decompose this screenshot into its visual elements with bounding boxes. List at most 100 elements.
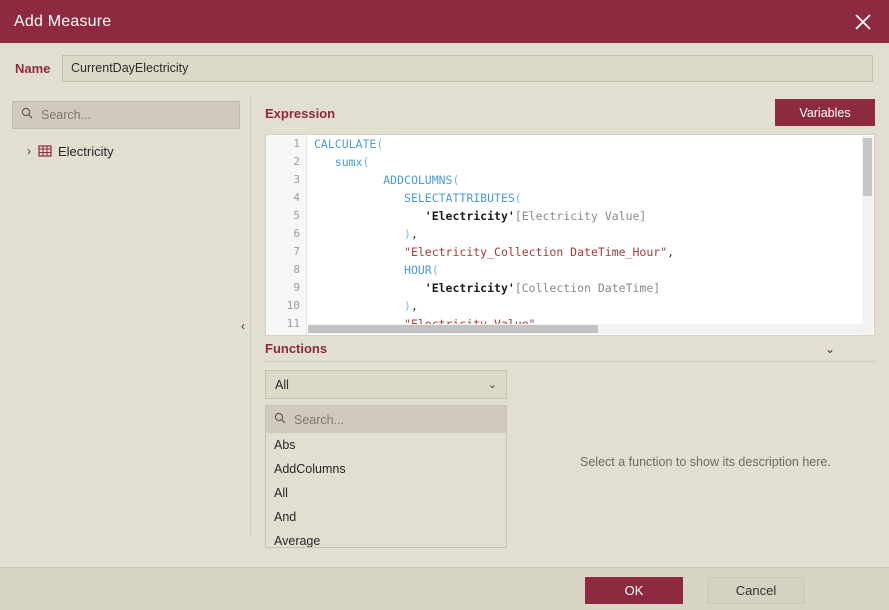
collapse-panel-icon[interactable]: ‹ <box>236 316 250 336</box>
function-list[interactable]: Search... Abs AddColumns All And Average <box>265 405 507 548</box>
search-icon <box>274 411 286 429</box>
editor-code-line: SELECTATTRIBUTES( <box>314 189 862 207</box>
editor-code-line: sumx( <box>314 153 862 171</box>
code-token: ( <box>431 263 439 277</box>
dialog-title: Add Measure <box>14 12 112 30</box>
editor-horizontal-scrollbar[interactable] <box>308 324 864 334</box>
code-token: , <box>410 299 418 313</box>
code-token: sumx <box>334 155 363 169</box>
editor-vertical-scrollbar[interactable] <box>862 136 873 335</box>
editor-code-line: CALCULATE( <box>314 135 862 153</box>
code-token: 'Electricity' <box>424 281 515 295</box>
editor-line-number: 9 <box>293 281 300 294</box>
code-token: SELECTATTRIBUTES <box>404 191 515 205</box>
code-token: "Electricity_Collection DateTime_Hour" <box>404 245 668 259</box>
editor-code-line: 'Electricity'[Collection DateTime] <box>314 279 862 297</box>
editor-line-number: 4 <box>293 191 300 204</box>
name-label: Name <box>15 60 51 76</box>
code-token: , <box>410 227 418 241</box>
search-icon <box>21 106 33 124</box>
code-token: HOUR <box>404 263 432 277</box>
functions-divider <box>265 361 875 362</box>
editor-line-number: 8 <box>293 263 300 276</box>
add-measure-dialog: Add Measure Name CurrentDayElectricity S… <box>0 0 889 610</box>
function-description: Select a function to show its descriptio… <box>580 455 831 469</box>
function-list-item[interactable]: All <box>266 481 506 505</box>
function-list-item[interactable]: Abs <box>266 433 506 457</box>
editor-vertical-scrollbar-thumb[interactable] <box>863 138 872 196</box>
editor-line-number: 7 <box>293 245 300 258</box>
function-list-item[interactable]: Average <box>266 529 506 547</box>
name-row: Name CurrentDayElectricity <box>0 43 889 93</box>
variables-button[interactable]: Variables <box>775 99 875 126</box>
panel-divider <box>250 95 251 538</box>
function-search-input[interactable]: Search... <box>266 406 506 433</box>
function-list-item[interactable]: AddColumns <box>266 457 506 481</box>
editor-line-number: 5 <box>293 209 300 222</box>
editor-code-line: ), <box>314 297 862 315</box>
code-token: CALCULATE <box>314 137 377 151</box>
editor-code-line: 'Electricity'[Electricity Value] <box>314 207 862 225</box>
editor-line-number: 2 <box>293 155 300 168</box>
code-token: ( <box>362 155 370 169</box>
code-token: ( <box>376 137 384 151</box>
code-token: ADDCOLUMNS <box>383 173 453 187</box>
editor-line-number: 10 <box>286 299 300 312</box>
table-icon <box>38 144 52 158</box>
editor-line-number: 6 <box>293 227 300 240</box>
dialog-footer: OK Cancel <box>0 567 889 610</box>
functions-title: Functions <box>265 341 328 356</box>
code-token: ( <box>514 191 522 205</box>
editor-code-line: ADDCOLUMNS( <box>314 171 862 189</box>
function-category-value: All <box>275 377 289 392</box>
name-input[interactable]: CurrentDayElectricity <box>62 54 873 82</box>
editor-code-line: ), <box>314 225 862 243</box>
editor-gutter: 1 2 3 4 5 6 7 8 9 10 11 <box>266 135 307 335</box>
editor-line-number: 1 <box>293 137 300 150</box>
expression-header: Expression Variables <box>265 99 875 130</box>
function-list-item[interactable]: And <box>266 505 506 529</box>
ok-button[interactable]: OK <box>585 577 683 604</box>
function-list-items: Abs AddColumns All And Average <box>266 433 506 547</box>
cancel-button[interactable]: Cancel <box>707 577 805 604</box>
chevron-down-icon[interactable]: ⌄ <box>825 342 835 356</box>
code-token: [Collection DateTime] <box>514 281 661 295</box>
code-token: ( <box>452 173 460 187</box>
tree-item-electricity[interactable]: › Electricity <box>0 139 250 163</box>
editor-code-line: HOUR( <box>314 261 862 279</box>
editor-code-line: "Electricity_Collection DateTime_Hour", <box>314 243 862 261</box>
code-token: [Electricity Value] <box>514 209 647 223</box>
editor-line-number: 11 <box>286 317 300 330</box>
dialog-titlebar: Add Measure <box>0 0 889 43</box>
fields-panel: Search... › Electricity <box>0 95 250 538</box>
chevron-right-icon[interactable]: › <box>22 144 36 158</box>
close-button[interactable] <box>837 0 889 43</box>
code-token: ) <box>404 227 411 241</box>
editor-code[interactable]: CALCULATE( sumx( ADDCOLUMNS( SELECTATTRI… <box>307 135 862 335</box>
fields-search-placeholder: Search... <box>41 108 92 122</box>
editor-horizontal-scrollbar-thumb[interactable] <box>308 325 598 333</box>
fields-search-input[interactable]: Search... <box>12 101 240 129</box>
chevron-down-icon: ⌄ <box>487 379 497 391</box>
function-search-placeholder: Search... <box>294 412 345 427</box>
fields-tree: › Electricity <box>0 129 250 163</box>
name-input-value: CurrentDayElectricity <box>71 61 189 75</box>
close-icon <box>854 13 872 31</box>
code-token: ) <box>404 299 411 313</box>
expression-title: Expression <box>265 106 336 121</box>
function-category-select[interactable]: All ⌄ <box>265 370 507 399</box>
expression-editor[interactable]: 1 2 3 4 5 6 7 8 9 10 11 CALCULATE( sumx( ADDCOLUMN… <box>265 134 875 336</box>
functions-header: Functions ⌄ <box>265 340 875 360</box>
editor-line-number: 3 <box>293 173 300 186</box>
tree-item-label: Electricity <box>58 143 114 159</box>
code-token: 'Electricity' <box>424 209 515 223</box>
